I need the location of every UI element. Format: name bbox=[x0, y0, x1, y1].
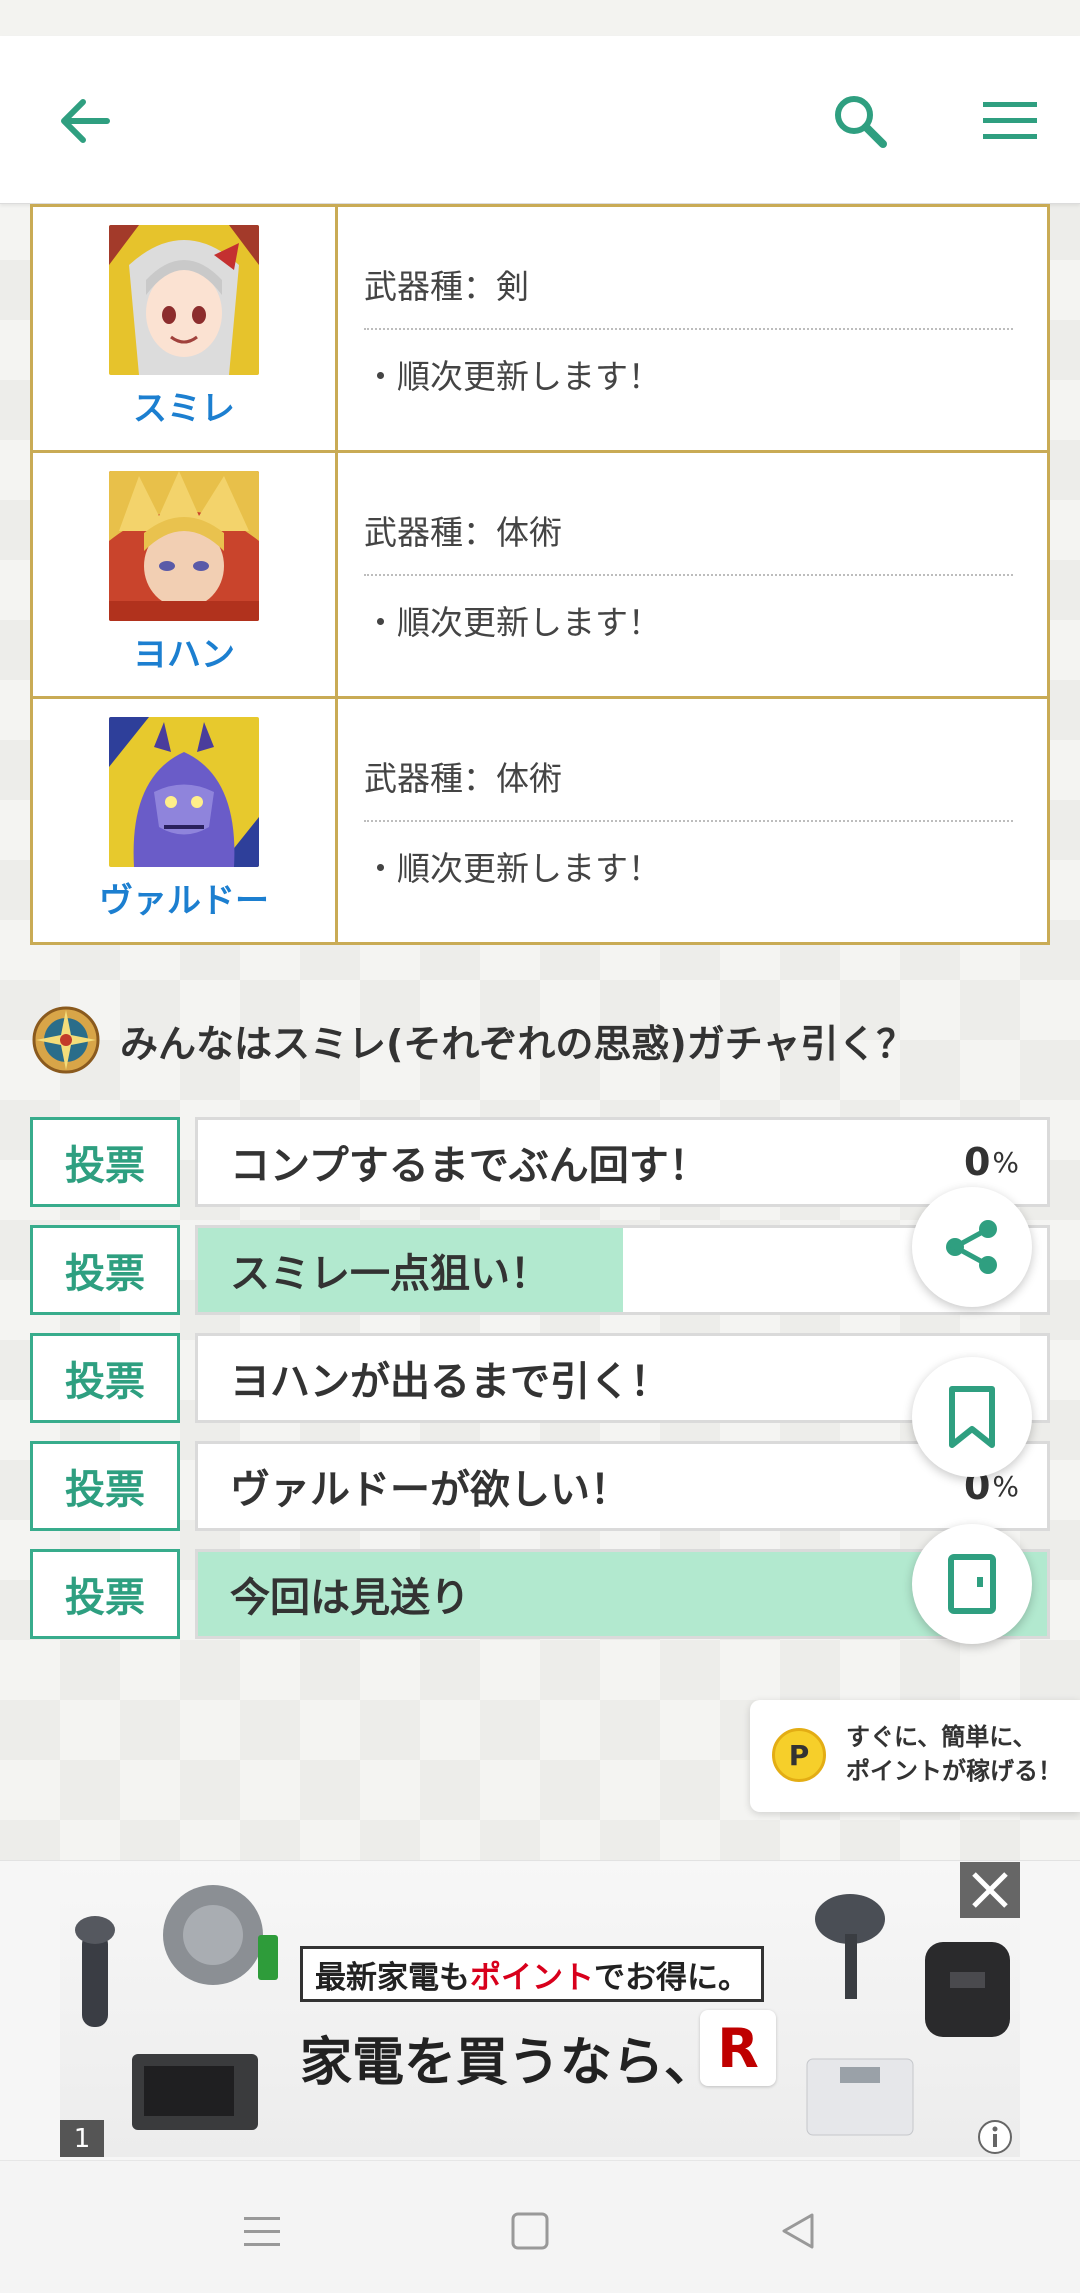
update-note: ・順次更新します！ bbox=[364, 356, 661, 396]
rice-cooker-icon bbox=[925, 1942, 1010, 2037]
character-cell[interactable]: ヨハン bbox=[30, 450, 338, 699]
recent-apps-icon bbox=[244, 2217, 280, 2246]
poll-option-row: 投票 ヴァルドーが欲しい！ 0% bbox=[30, 1441, 1050, 1531]
poll-option-label: 今回は見送り bbox=[230, 1575, 470, 1621]
vote-button[interactable]: 投票 bbox=[30, 1333, 180, 1423]
menu-button[interactable] bbox=[970, 86, 1050, 156]
ad-index-badge: 1 bbox=[60, 2120, 104, 2157]
poll-heading: みんなはスミレ(それぞれの思惑)ガチャ引く？ bbox=[30, 1000, 1050, 1080]
close-icon bbox=[972, 1872, 1008, 1908]
avatar[interactable] bbox=[109, 717, 259, 867]
character-name-link[interactable]: ヴァルドー bbox=[33, 873, 335, 922]
body-scale-icon bbox=[806, 2058, 914, 2136]
status-bar bbox=[0, 0, 1080, 36]
character-cell[interactable]: スミレ bbox=[30, 204, 338, 453]
poll-option-row: 投票 コンプするまでぶん回す！ 0% bbox=[30, 1117, 1050, 1207]
share-button[interactable] bbox=[912, 1187, 1032, 1307]
vote-button[interactable]: 投票 bbox=[30, 1117, 180, 1207]
table-of-contents-button[interactable] bbox=[912, 1524, 1032, 1644]
character-info-cell: 武器種：体術 ・順次更新します！ bbox=[335, 696, 1050, 945]
poll-option: コンプするまでぶん回す！ 0% bbox=[195, 1117, 1050, 1207]
character-info-cell: 武器種：剣 ・順次更新します！ bbox=[335, 204, 1050, 453]
home-button[interactable] bbox=[490, 2191, 570, 2271]
poll-option: ヴァルドーが欲しい！ 0% bbox=[195, 1441, 1050, 1531]
weapon-type: 武器種：剣 bbox=[364, 260, 1013, 330]
hamburger-menu-icon bbox=[983, 102, 1037, 139]
search-icon bbox=[835, 96, 887, 148]
ad-tagline: 家電を買うなら、 bbox=[300, 2033, 717, 2093]
poll-option-row: 投票 スミレ一点狙い！ 5 bbox=[30, 1225, 1050, 1315]
bookmark-icon bbox=[949, 1386, 995, 1448]
avatar[interactable] bbox=[109, 225, 259, 375]
points-promo-banner[interactable]: P すぐに、簡単に、 ポイントが稼げる！ bbox=[750, 1700, 1080, 1812]
weapon-type: 武器種：体術 bbox=[364, 752, 1013, 822]
table-row: ヴァルドー 武器種：体術 ・順次更新します！ bbox=[30, 696, 1050, 945]
poll-option-label: ヨハンが出るまで引く！ bbox=[230, 1359, 670, 1405]
update-note: ・順次更新します！ bbox=[364, 848, 661, 888]
top-app-bar bbox=[0, 36, 1080, 204]
vote-button[interactable]: 投票 bbox=[30, 1441, 180, 1531]
character-name-link[interactable]: スミレ bbox=[33, 381, 335, 430]
poll-option-label: スミレ一点狙い！ bbox=[230, 1251, 550, 1297]
character-cell[interactable]: ヴァルドー bbox=[30, 696, 338, 945]
weapon-type: 武器種：体術 bbox=[364, 506, 1013, 576]
bookmark-button[interactable] bbox=[912, 1357, 1032, 1477]
rakuten-logo: R bbox=[700, 2010, 776, 2086]
poll-title: みんなはスミレ(それぞれの思惑)ガチャ引く？ bbox=[120, 1021, 915, 1066]
arrow-left-icon bbox=[61, 99, 110, 143]
character-name-link[interactable]: ヨハン bbox=[33, 627, 335, 676]
back-button[interactable] bbox=[50, 86, 120, 156]
update-note: ・順次更新します！ bbox=[364, 602, 661, 642]
search-button[interactable] bbox=[825, 86, 895, 156]
character-table: スミレ 武器種：剣 ・順次更新します！ ヨハン 武器種：体術 ・順次更新します！… bbox=[30, 204, 1050, 945]
ad-close-button[interactable] bbox=[960, 1862, 1020, 1918]
character-info-cell: 武器種：体術 ・順次更新します！ bbox=[335, 450, 1050, 699]
vote-button[interactable]: 投票 bbox=[30, 1549, 180, 1639]
table-row: ヨハン 武器種：体術 ・順次更新します！ bbox=[30, 450, 1050, 699]
poll-option-label: ヴァルドーが欲しい！ bbox=[230, 1467, 630, 1513]
recent-apps-button[interactable] bbox=[222, 2191, 302, 2271]
home-icon bbox=[511, 2212, 549, 2250]
robot-vacuum-icon bbox=[163, 1885, 278, 1985]
table-row: スミレ 武器種：剣 ・順次更新します！ bbox=[30, 204, 1050, 453]
nav-back-icon bbox=[782, 2213, 814, 2249]
vote-button[interactable]: 投票 bbox=[30, 1225, 180, 1315]
hair-dryer-icon bbox=[815, 1894, 885, 1999]
advertisement-banner[interactable]: 最新家電も ポイント でお得に。 家電を買うなら、 R bbox=[60, 1862, 1020, 2157]
ad-headline: 最新家電も ポイント でお得に。 bbox=[300, 1946, 764, 2002]
system-nav-bar bbox=[0, 2160, 1080, 2293]
promo-text: すぐに、簡単に、 ポイントが稼げる！ bbox=[846, 1723, 1062, 1785]
avatar[interactable] bbox=[109, 471, 259, 621]
poll-option-row: 投票 今回は見送り 0 bbox=[30, 1549, 1050, 1639]
points-coin-icon: P bbox=[772, 1728, 826, 1782]
tablet-icon bbox=[948, 1554, 996, 1614]
nav-back-button[interactable] bbox=[758, 2191, 838, 2271]
shaver-icon bbox=[75, 1916, 115, 2027]
share-icon bbox=[946, 1220, 997, 1274]
poll-option-row: 投票 ヨハンが出るまで引く！ bbox=[30, 1333, 1050, 1423]
poll-option-label: コンプするまでぶん回す！ bbox=[230, 1143, 709, 1189]
ad-info-button[interactable] bbox=[975, 2118, 1015, 2156]
info-icon bbox=[978, 2120, 1012, 2154]
toaster-oven-icon bbox=[132, 2054, 258, 2130]
compass-emblem-icon bbox=[32, 1006, 100, 1074]
